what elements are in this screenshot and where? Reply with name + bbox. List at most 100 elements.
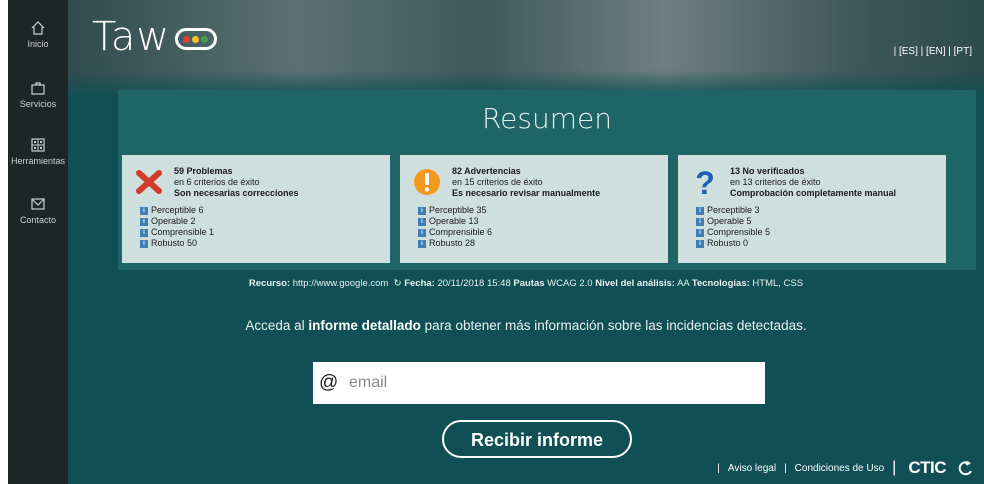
info-icon: i xyxy=(696,228,704,237)
error-x-icon xyxy=(136,170,162,194)
info-icon: i xyxy=(140,217,148,226)
list-item[interactable]: i Operable 2 xyxy=(140,216,214,227)
list-item[interactable]: i Comprensible 6 xyxy=(418,227,492,238)
sidebar-item-inicio[interactable]: Inicio xyxy=(8,20,68,49)
sidebar-item-herramientas[interactable]: Herramientas xyxy=(8,137,68,166)
recurso-label: Recurso: xyxy=(248,278,291,289)
sidebar-item-contacto[interactable]: Contacto xyxy=(8,196,68,225)
recibir-informe-button[interactable]: Recibir informe xyxy=(442,420,632,458)
nivel-value: AA xyxy=(677,278,690,289)
list-item[interactable]: i Perceptible 35 xyxy=(418,205,492,216)
card-note: Son necesarias correcciones xyxy=(174,188,299,198)
card-criteria: en 6 criterios de éxito xyxy=(174,177,260,187)
list-item[interactable]: i Robusto 28 xyxy=(418,238,492,249)
info-icon: i xyxy=(140,228,148,237)
list-item-label: Robusto 28 xyxy=(429,238,476,248)
condiciones-de-uso-link[interactable]: Condiciones de Uso xyxy=(795,463,885,474)
footer: | Aviso legal | Condiciones de Uso | CTI… xyxy=(713,458,974,478)
list-item[interactable]: i Perceptible 6 xyxy=(140,205,214,216)
info-icon: i xyxy=(418,239,426,248)
list-item[interactable]: i Comprensible 5 xyxy=(696,227,770,238)
card-header: 13 No verificados en 13 criterios de éxi… xyxy=(730,166,896,199)
card-header: 59 Problemas en 6 criterios de éxito Son… xyxy=(174,166,299,199)
fecha-label: Fecha: xyxy=(404,278,435,289)
info-icon: i xyxy=(140,239,148,248)
info-icon: i xyxy=(696,217,704,226)
summary-title: Resumen xyxy=(481,102,612,135)
list-item[interactable]: i Operable 5 xyxy=(696,216,770,227)
list-item-label: Operable 2 xyxy=(151,216,196,226)
fecha-value: 20/11/2018 15:48 xyxy=(437,278,511,289)
list-item[interactable]: i Comprensible 1 xyxy=(140,227,214,238)
at-icon: @ xyxy=(319,372,339,393)
lang-en[interactable]: [EN] xyxy=(926,46,945,57)
unverified-card: ? 13 No verificados en 13 criterios de é… xyxy=(678,155,946,263)
info-text-after: para obtener más información sobre las i… xyxy=(420,318,807,333)
footer-separator: | xyxy=(717,462,720,474)
sidebar: Inicio Servicios Herramientas Contacto xyxy=(8,0,68,484)
lang-es[interactable]: [ES] xyxy=(899,46,918,57)
logo-dot-red xyxy=(183,36,190,43)
logo-dot-green xyxy=(201,36,208,43)
list-item-label: Comprensible 6 xyxy=(429,227,493,237)
logo-badge-icon xyxy=(175,28,217,50)
question-icon: ? xyxy=(695,167,715,197)
grid-icon xyxy=(31,138,45,152)
sidebar-item-label: Inicio xyxy=(27,39,49,49)
recurso-value[interactable]: http://www.google.com xyxy=(293,278,389,289)
refresh-icon[interactable]: ↻ xyxy=(394,278,402,289)
tecnologias-label: Tecnologías: xyxy=(691,278,750,289)
briefcase-icon xyxy=(31,82,45,95)
info-text-bold: informe detallado xyxy=(308,318,421,333)
email-field[interactable] xyxy=(347,368,751,398)
sidebar-item-label: Contacto xyxy=(19,215,57,225)
list-item[interactable]: i Perceptible 3 xyxy=(696,205,770,216)
aviso-legal-link[interactable]: Aviso legal xyxy=(728,463,776,474)
card-count: 82 Advertencias xyxy=(452,166,521,176)
warnings-card: 82 Advertencias en 15 criterios de éxito… xyxy=(400,155,668,263)
analysis-meta: Recurso: http://www.google.com ↻ Fecha: … xyxy=(68,278,984,289)
info-icon: i xyxy=(418,228,426,237)
lang-pt[interactable]: [PT] xyxy=(954,46,972,57)
taw-logo[interactable]: Taw xyxy=(92,14,170,60)
list-item-label: Perceptible 35 xyxy=(429,205,487,215)
info-text-before: Acceda al xyxy=(245,318,309,333)
svg-text:?: ? xyxy=(695,167,715,197)
card-criteria: en 15 criterios de éxito xyxy=(452,177,543,187)
footer-separator: | xyxy=(784,462,787,474)
info-icon: i xyxy=(140,206,148,215)
tecnologias-value: HTML, CSS xyxy=(752,278,804,289)
sidebar-item-label: Servicios xyxy=(19,99,57,109)
list-item-label: Robusto 50 xyxy=(151,238,198,248)
footer-separator: | xyxy=(892,459,897,476)
card-note: Es necesario revisar manualmente xyxy=(452,188,601,198)
envelope-icon xyxy=(31,198,45,210)
info-icon: i xyxy=(696,239,704,248)
card-list: i Perceptible 6 i Operable 2 i Comprensible… xyxy=(140,205,214,249)
list-item-label: Perceptible 6 xyxy=(151,205,204,215)
list-item[interactable]: i Robusto 50 xyxy=(140,238,214,249)
card-count: 13 No verificados xyxy=(730,166,805,176)
card-note: Comprobación completamente manual xyxy=(730,188,897,198)
app-frame: Inicio Servicios Herramientas Contacto T… xyxy=(8,0,984,484)
card-header: 82 Advertencias en 15 criterios de éxito… xyxy=(452,166,600,199)
ctic-swirl-icon xyxy=(958,461,972,476)
list-item[interactable]: i Operable 13 xyxy=(418,216,492,227)
ctic-logo[interactable]: CTIC xyxy=(904,458,950,478)
list-item-label: Comprensible 5 xyxy=(707,227,771,237)
main-area: Taw | [ES] | [EN] | [PT] Resumen 59 Prob… xyxy=(68,0,984,484)
info-icon: i xyxy=(418,206,426,215)
list-item-label: Perceptible 3 xyxy=(707,205,760,215)
list-item[interactable]: i Robusto 0 xyxy=(696,238,770,249)
logo-text: Taw xyxy=(92,14,171,60)
logo-dot-yellow xyxy=(192,36,199,43)
problems-card: 59 Problemas en 6 criterios de éxito Son… xyxy=(122,155,390,263)
home-icon xyxy=(31,21,45,35)
sidebar-item-label: Herramientas xyxy=(10,156,66,166)
card-criteria: en 13 criterios de éxito xyxy=(730,177,821,187)
sidebar-item-servicios[interactable]: Servicios xyxy=(8,80,68,109)
info-icon: i xyxy=(696,206,704,215)
card-count: 59 Problemas xyxy=(174,166,233,176)
detailed-report-info: Acceda al informe detallado para obtener… xyxy=(68,318,984,333)
pautas-label: Pautas xyxy=(513,278,545,289)
